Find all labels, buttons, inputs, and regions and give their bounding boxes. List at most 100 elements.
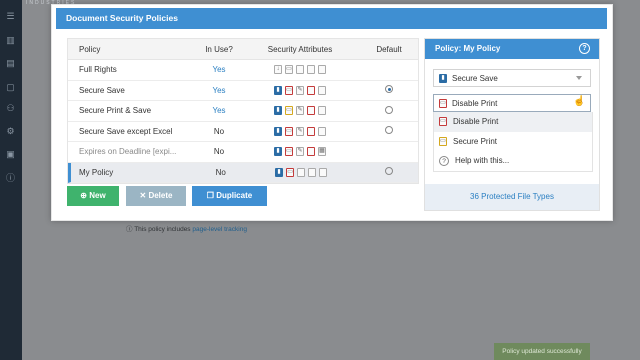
attribute-icons: ↓ ▭: [240, 65, 360, 75]
default-radio[interactable]: [385, 167, 394, 176]
table-row[interactable]: Full Rights Yes ↓ ▭: [68, 60, 418, 81]
option-secure-print[interactable]: ▭ Secure Print: [434, 132, 592, 152]
attribute-icons: ▮ ▭: [242, 167, 361, 177]
no-print-icon: ▭: [439, 117, 447, 127]
attribute-icons: ▮ ▭ ✎: [240, 85, 360, 95]
policy-detail-panel: Policy: My Policy ? ▮ Secure Save ▭ Disa…: [424, 38, 600, 211]
calendar-icon: ▦: [318, 147, 326, 157]
default-cell: [360, 126, 418, 136]
print-select[interactable]: ▭ Disable Print: [433, 94, 591, 112]
attribute-icons: ▮ ▭ ✎ ▦: [240, 147, 360, 157]
option-label: Disable Print: [453, 117, 499, 127]
secure-save-select[interactable]: ▮ Secure Save: [433, 69, 591, 87]
secure-save-icon: ▮: [274, 147, 282, 157]
lock-icon: [307, 65, 315, 75]
panel-title: Policy: My Policy: [435, 44, 501, 53]
default-cell: [361, 167, 418, 177]
book-icon[interactable]: ▥: [5, 36, 16, 45]
in-use-value: Yes: [212, 85, 226, 95]
menu-icon[interactable]: ☰: [5, 12, 16, 21]
close-icon: ✕: [139, 191, 147, 200]
new-button[interactable]: ⊕ New: [67, 186, 119, 206]
option-label: Help with this...: [455, 156, 510, 166]
app-sidebar: ☰ ▥ ▤ ▢ ⚇ ⚙ ▣ ⓘ: [0, 0, 22, 360]
policy-name: My Policy: [79, 167, 114, 177]
page-icon: ✎: [296, 147, 304, 157]
page-icon: ✎: [296, 85, 304, 95]
document-icon[interactable]: ▢: [5, 83, 16, 92]
no-print-icon: ▭: [439, 98, 447, 108]
secure-save-select-value: Secure Save: [452, 73, 498, 83]
page-icon: [296, 65, 304, 75]
lock-icon: [307, 126, 315, 136]
copy-icon: ❐: [206, 191, 214, 200]
success-toast: Policy updated successfully: [494, 343, 590, 360]
secure-save-icon: ▮: [274, 106, 282, 116]
print-select-value: Disable Print: [452, 98, 498, 108]
default-radio[interactable]: [385, 126, 393, 135]
secure-save-icon: ▮: [275, 167, 284, 177]
secure-save-icon: ▮: [274, 85, 282, 95]
gear-icon[interactable]: ⚙: [5, 127, 16, 136]
option-help[interactable]: ? Help with this...: [434, 151, 592, 171]
panel-header: Policy: My Policy ?: [425, 39, 599, 59]
lock-icon: [308, 167, 317, 177]
no-print-icon: ▭: [285, 147, 293, 157]
policy-note: ⓘ This policy includes page-level tracki…: [126, 226, 247, 233]
chart-icon[interactable]: ▤: [5, 59, 16, 68]
default-radio[interactable]: [385, 105, 393, 114]
duplicate-button[interactable]: ❐ Duplicate: [192, 186, 267, 206]
table-row[interactable]: Secure Save except Excel No ▮ ▭ ✎: [68, 122, 418, 142]
plus-icon: ⊕: [80, 191, 87, 200]
secure-print-icon: ▭: [439, 136, 447, 146]
question-icon: ?: [439, 155, 449, 166]
page-icon: ✎: [296, 126, 304, 136]
table-row[interactable]: Secure Save Yes ▮ ▭ ✎: [68, 81, 418, 101]
option-label: Secure Print: [453, 136, 498, 146]
delete-button[interactable]: ✕ Delete: [126, 186, 186, 206]
duplicate-button-label: Duplicate: [216, 191, 253, 200]
download-icon: ↓: [274, 65, 282, 75]
policy-note-link[interactable]: page-level tracking: [192, 226, 247, 233]
protected-file-types-link[interactable]: 36 Protected File Types: [425, 184, 599, 210]
header-attributes: Security Attributes: [267, 44, 333, 54]
lock-icon[interactable]: ▣: [5, 150, 16, 159]
chevron-down-icon: [576, 76, 582, 80]
in-use-value: Yes: [212, 65, 226, 75]
policy-name: Expires on Deadline [expi...: [79, 147, 177, 157]
security-policies-dialog: Document Security Policies Policy In Use…: [51, 4, 613, 221]
attribute-icons: ▮ ▭ ✎: [240, 126, 360, 136]
header-policy: Policy: [79, 44, 101, 54]
lock-icon: [307, 106, 315, 116]
in-use-value: No: [215, 167, 226, 177]
info-icon[interactable]: ⓘ: [5, 174, 16, 183]
lock-icon: [307, 85, 315, 95]
table-row-selected[interactable]: My Policy No ▮ ▭: [68, 162, 418, 183]
header-default: Default: [376, 44, 402, 54]
attribute-icons: ▮ ▭ ✎: [240, 106, 360, 116]
lock-icon: [307, 147, 315, 157]
new-button-label: New: [89, 191, 106, 200]
calendar-icon: [318, 126, 326, 136]
no-print-icon: ▭: [285, 126, 293, 136]
in-use-value: No: [213, 126, 225, 136]
in-use-value: No: [213, 147, 225, 157]
option-disable-print[interactable]: ▭ Disable Print: [434, 112, 592, 132]
calendar-icon: [318, 106, 326, 116]
no-print-icon: ▭: [286, 167, 295, 177]
table-header: Policy In Use? Security Attributes Defau…: [68, 39, 418, 60]
calendar-icon: [318, 85, 326, 95]
calendar-icon: [319, 167, 328, 177]
calendar-icon: [318, 65, 326, 75]
table-row[interactable]: Expires on Deadline [expi... No ▮ ▭ ✎ ▦: [68, 142, 418, 163]
in-use-value: Yes: [212, 106, 226, 116]
policy-name: Secure Print & Save: [79, 106, 152, 116]
policy-name: Secure Save except Excel: [79, 126, 173, 136]
delete-button-label: Delete: [148, 191, 173, 200]
table-row[interactable]: Secure Print & Save Yes ▮ ▭ ✎: [68, 101, 418, 122]
header-in-use: In Use?: [205, 44, 233, 54]
users-icon[interactable]: ⚇: [5, 104, 16, 113]
default-radio[interactable]: [385, 85, 393, 94]
help-icon[interactable]: ?: [579, 43, 590, 54]
secure-save-icon: ▮: [274, 126, 282, 136]
